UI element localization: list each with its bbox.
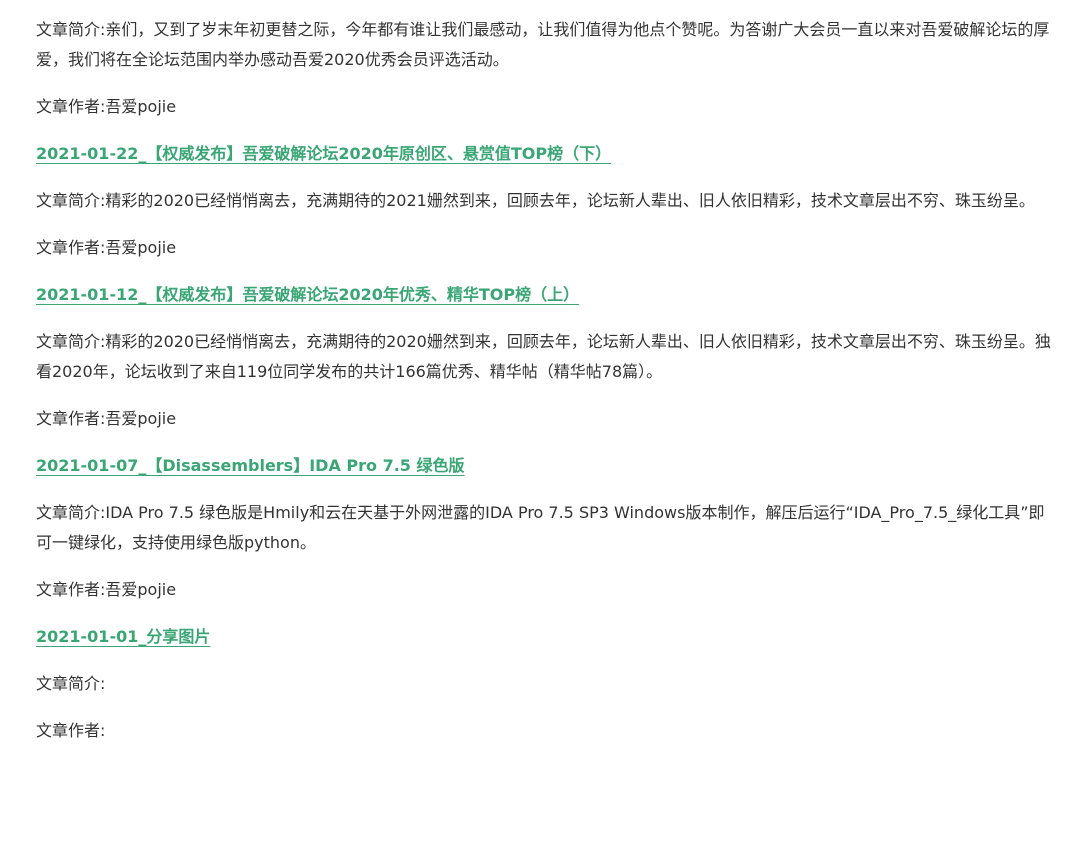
article-summary: 文章简介: (36, 674, 106, 693)
article-author: 文章作者:吾爱pojie (36, 97, 177, 116)
article-summary: 文章简介:IDA Pro 7.5 绿色版是Hmily和云在天基于外网泄露的IDA… (36, 503, 1045, 552)
article-title-link[interactable]: 2021-01-01_分享图片 (36, 622, 210, 652)
article-entry: 2021-01-22_【权威发布】吾爱破解论坛2020年原创区、悬赏值TOP榜（… (36, 139, 1052, 263)
article-title-row: 2021-01-07_【Disassemblers】IDA Pro 7.5 绿色… (36, 451, 1052, 498)
article-author: 文章作者:吾爱pojie (36, 238, 177, 257)
article-list: 文章简介:亲们，又到了岁末年初更替之际，今年都有谁让我们最感动，让我们值得为他点… (0, 0, 1080, 858)
article-title-link[interactable]: 2021-01-22_【权威发布】吾爱破解论坛2020年原创区、悬赏值TOP榜（… (36, 139, 611, 169)
article-entry: 2021-01-07_【Disassemblers】IDA Pro 7.5 绿色… (36, 451, 1052, 605)
article-author: 文章作者:吾爱pojie (36, 409, 177, 428)
article-summary: 文章简介:精彩的2020已经悄悄离去，充满期待的2020姗然到来，回顾去年，论坛… (36, 332, 1051, 381)
article-entry: 2021-01-12_【权威发布】吾爱破解论坛2020年优秀、精华TOP榜（上）… (36, 280, 1052, 434)
article-summary: 文章简介:亲们，又到了岁末年初更替之际，今年都有谁让我们最感动，让我们值得为他点… (36, 20, 1050, 69)
article-author: 文章作者: (36, 721, 106, 740)
article-entry: 文章简介:亲们，又到了岁末年初更替之际，今年都有谁让我们最感动，让我们值得为他点… (36, 15, 1052, 122)
article-title-row: 2021-01-22_【权威发布】吾爱破解论坛2020年原创区、悬赏值TOP榜（… (36, 139, 1052, 186)
article-author: 文章作者:吾爱pojie (36, 580, 177, 599)
article-summary: 文章简介:精彩的2020已经悄悄离去，充满期待的2021姗然到来，回顾去年，论坛… (36, 191, 1035, 210)
article-title-row: 2021-01-12_【权威发布】吾爱破解论坛2020年优秀、精华TOP榜（上） (36, 280, 1052, 327)
article-entry: 2021-01-01_分享图片 文章简介: 文章作者: (36, 622, 1052, 746)
article-title-link[interactable]: 2021-01-12_【权威发布】吾爱破解论坛2020年优秀、精华TOP榜（上） (36, 280, 579, 310)
article-title-row: 2021-01-01_分享图片 (36, 622, 1052, 669)
article-title-link[interactable]: 2021-01-07_【Disassemblers】IDA Pro 7.5 绿色… (36, 451, 465, 481)
